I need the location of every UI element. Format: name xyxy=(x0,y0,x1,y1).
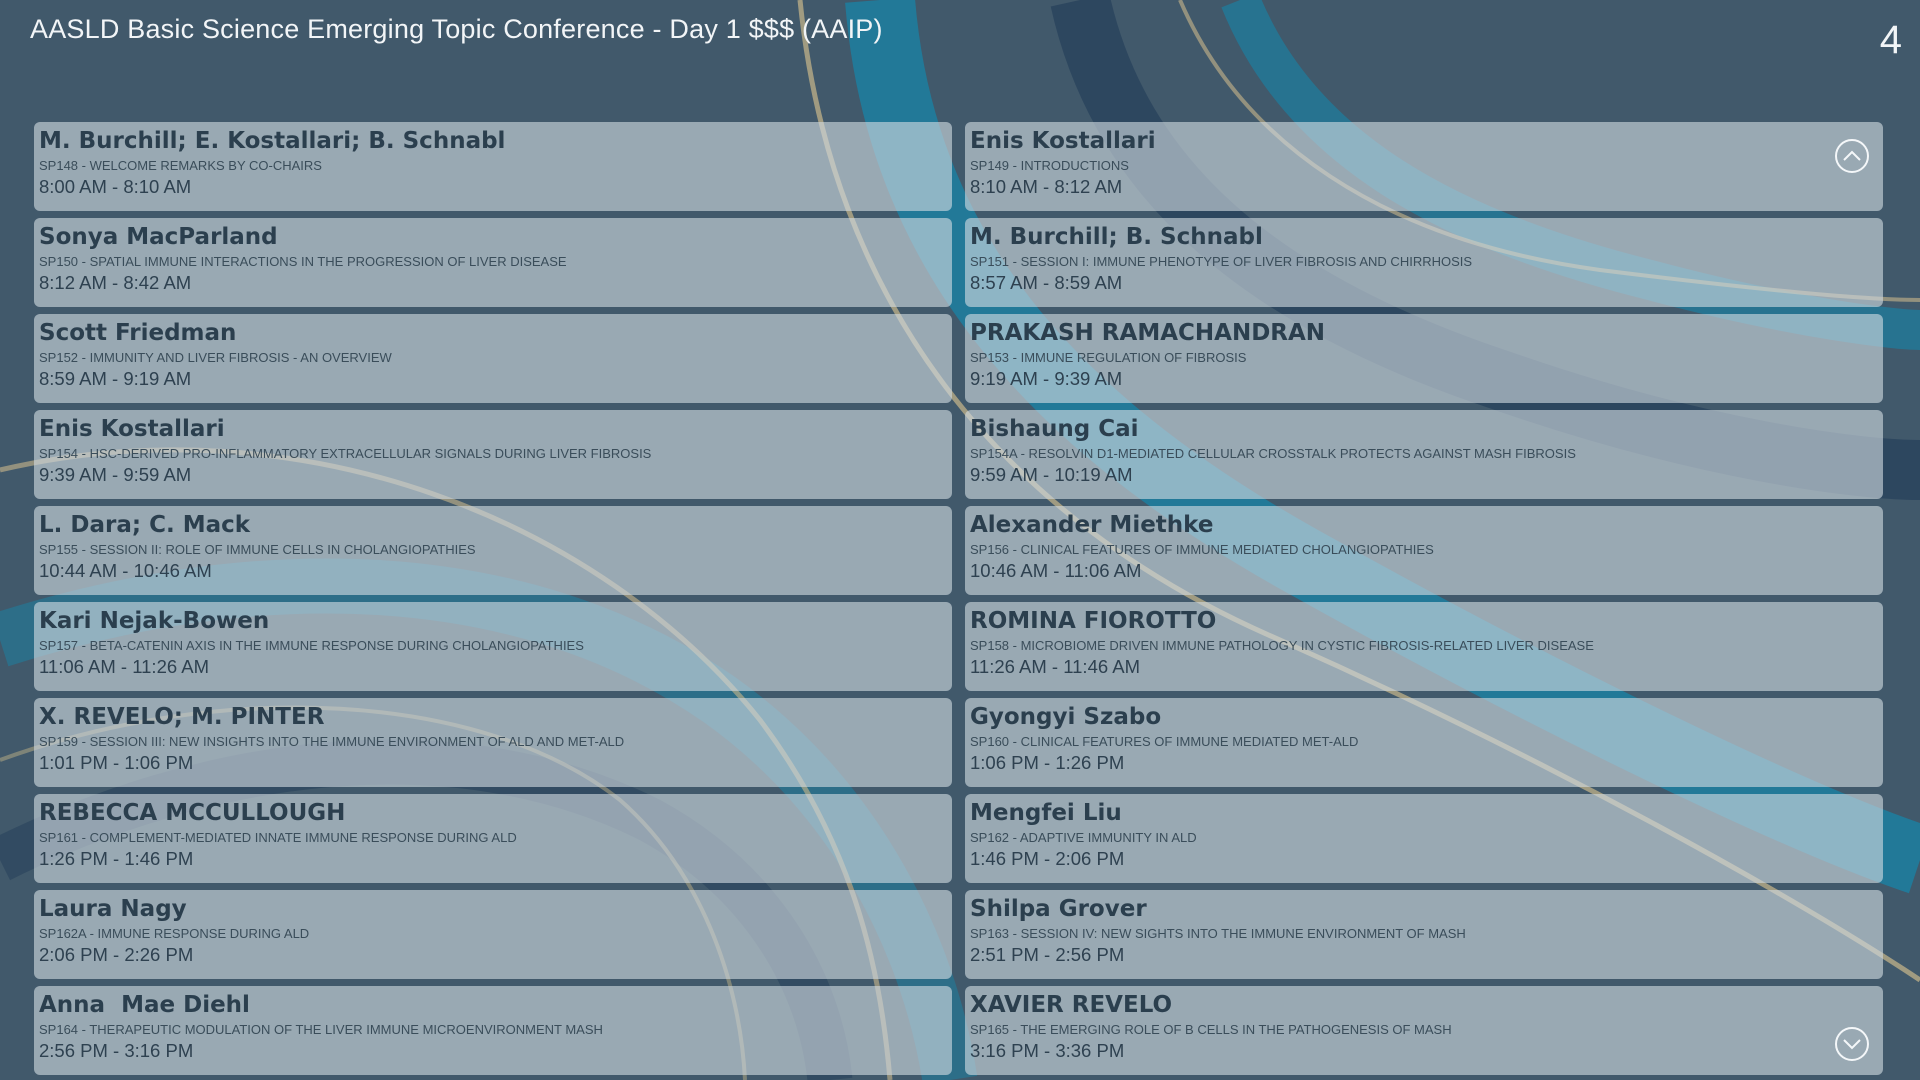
session-speaker: ROMINA FIOROTTO xyxy=(970,608,1217,634)
chevron-down-circle-icon xyxy=(1843,1039,1861,1050)
session-card[interactable]: Bishaung Cai Sp154a - RESOLVIN D1-MEDIATE… xyxy=(965,410,1883,499)
session-card[interactable]: Shilpa Grover Sp163 - SESSION IV: NEW SIG… xyxy=(965,890,1883,979)
session-speaker: PRAKASH RAMACHANDRAN xyxy=(970,320,1326,346)
session-speaker: Anna Mae Diehl xyxy=(39,992,250,1018)
session-speaker: Gyongyi Szabo xyxy=(970,704,1162,730)
session-speaker: Bishaung Cai xyxy=(970,416,1139,442)
session-topic: Sp149 - INTRODUCTIONS xyxy=(970,158,1129,173)
session-card[interactable]: Sonya MacParland Sp150 - SPATIAL IMMUNE I… xyxy=(34,218,952,307)
session-speaker: Enis Kostallari xyxy=(970,128,1156,154)
session-card[interactable]: Mengfei Liu Sp162 - ADAPTIVE IMMUNITY IN … xyxy=(965,794,1883,883)
session-time: 8:00 AM - 8:10 AM xyxy=(39,176,192,197)
session-time: 8:57 AM - 8:59 AM xyxy=(970,272,1123,293)
session-topic: Sp160 - CLINICAL FEATURES OF IMMUNE MEDI… xyxy=(970,734,1359,749)
session-time: 10:46 AM - 11:06 AM xyxy=(970,560,1142,581)
session-topic: Sp154a - RESOLVIN D1-MEDIATED CELLULAR C… xyxy=(970,446,1576,461)
scroll-up-button[interactable] xyxy=(1835,139,1869,173)
session-card[interactable]: Enis Kostallari Sp149 - INTRODUCTIONS 8:10… xyxy=(965,122,1883,211)
session-speaker: Shilpa Grover xyxy=(970,896,1147,922)
session-grid: M. Burchill; E. Kostallari; B. Schnabl Sp… xyxy=(34,122,1883,1075)
session-time: 10:44 AM - 10:46 AM xyxy=(39,560,212,581)
session-card[interactable]: ROMINA FIOROTTO Sp158 - MICROBIOME DRIVEN… xyxy=(965,602,1883,691)
session-topic: Sp158 - MICROBIOME DRIVEN IMMUNE PATHOLO… xyxy=(970,638,1594,653)
session-card[interactable]: L. Dara; C. Mack Sp155 - SESSION II: ROLE… xyxy=(34,506,952,595)
page-title: AASLD Basic Science Emerging Topic Confe… xyxy=(30,14,883,44)
session-card[interactable]: Kari Nejak-Bowen Sp157 - BETA-CATENIN AXI… xyxy=(34,602,952,691)
session-card[interactable]: XAVIER REVELO Sp165 - THE EMERGING ROLE O… xyxy=(965,986,1883,1075)
session-speaker: REBECCA MCCULLOUGH xyxy=(39,800,346,826)
session-card[interactable]: REBECCA MCCULLOUGH Sp161 - COMPLEMENT-MED… xyxy=(34,794,952,883)
session-time: 9:39 AM - 9:59 AM xyxy=(39,464,192,485)
session-speaker: M. Burchill; E. Kostallari; B. Schnabl xyxy=(39,128,506,154)
session-time: 1:26 PM - 1:46 PM xyxy=(39,848,194,869)
session-time: 1:46 PM - 2:06 PM xyxy=(970,848,1125,869)
session-topic: Sp159 - SESSION III: NEW INSIGHTS INTO T… xyxy=(39,734,625,749)
session-speaker: Scott Friedman xyxy=(39,320,237,346)
session-topic: Sp151 - SESSION I: IMMUNE PHENOTYPE OF L… xyxy=(970,254,1473,269)
session-time: 2:06 PM - 2:26 PM xyxy=(39,944,194,965)
page-number: 4 xyxy=(1879,18,1902,62)
session-topic: Sp162a - IMMUNE RESPONSE DURING ALD xyxy=(39,926,310,941)
session-topic: Sp155 - SESSION II: ROLE OF IMMUNE CELLS… xyxy=(39,542,476,557)
session-time: 8:12 AM - 8:42 AM xyxy=(39,272,192,293)
session-speaker: XAVIER REVELO xyxy=(970,992,1173,1018)
session-card[interactable]: Laura Nagy Sp162a - IMMUNE RESPONSE DURIN… xyxy=(34,890,952,979)
session-time: 11:26 AM - 11:46 AM xyxy=(970,656,1141,677)
session-topic: Sp152 - IMMUNITY AND LIVER FIBROSIS - AN… xyxy=(39,350,392,365)
session-speaker: Mengfei Liu xyxy=(970,800,1122,826)
scroll-down-button[interactable] xyxy=(1835,1027,1869,1061)
session-time: 9:59 AM - 10:19 AM xyxy=(970,464,1133,485)
session-time: 11:06 AM - 11:26 AM xyxy=(39,656,210,677)
session-topic: Sp165 - THE EMERGING ROLE OF B CELLS IN … xyxy=(970,1022,1452,1037)
session-time: 8:59 AM - 9:19 AM xyxy=(39,368,192,389)
session-topic: Sp164 - THERAPEUTIC MODULATION OF THE LI… xyxy=(39,1022,603,1037)
session-topic: Sp148 - WELCOME REMARKS BY CO-CHAIRS xyxy=(39,158,322,173)
session-speaker: X. REVELO; M. PINTER xyxy=(39,704,325,730)
session-card[interactable]: Anna Mae Diehl Sp164 - THERAPEUTIC MODULA… xyxy=(34,986,952,1075)
session-card[interactable]: X. REVELO; M. PINTER Sp159 - SESSION III:… xyxy=(34,698,952,787)
session-topic: Sp154 - HSC-DERIVED PRO-INFLAMMATORY EXT… xyxy=(39,446,652,461)
session-card[interactable]: Alexander Miethke Sp156 - CLINICAL FEATUR… xyxy=(965,506,1883,595)
chevron-up-circle-icon xyxy=(1843,150,1861,161)
session-time: 1:01 PM - 1:06 PM xyxy=(39,752,194,773)
session-speaker: Laura Nagy xyxy=(39,896,187,922)
session-topic: Sp157 - BETA-CATENIN AXIS IN THE IMMUNE … xyxy=(39,638,584,653)
session-speaker: Alexander Miethke xyxy=(970,512,1214,538)
session-topic: Sp150 - SPATIAL IMMUNE INTERACTIONS IN T… xyxy=(39,254,567,269)
session-time: 2:51 PM - 2:56 PM xyxy=(970,944,1125,965)
session-speaker: Enis Kostallari xyxy=(39,416,225,442)
session-card[interactable]: Gyongyi Szabo Sp160 - CLINICAL FEATURES O… xyxy=(965,698,1883,787)
session-speaker: Kari Nejak-Bowen xyxy=(39,608,270,634)
session-topic: Sp161 - COMPLEMENT-MEDIATED INNATE IMMUN… xyxy=(39,830,517,845)
session-time: 2:56 PM - 3:16 PM xyxy=(39,1040,194,1061)
session-time: 8:10 AM - 8:12 AM xyxy=(970,176,1123,197)
session-card[interactable]: Scott Friedman Sp152 - IMMUNITY AND LIVER… xyxy=(34,314,952,403)
session-topic: Sp156 - CLINICAL FEATURES OF IMMUNE MEDI… xyxy=(970,542,1434,557)
session-time: 1:06 PM - 1:26 PM xyxy=(970,752,1125,773)
session-speaker: M. Burchill; B. Schnabl xyxy=(970,224,1263,250)
session-topic: Sp163 - SESSION IV: NEW SIGHTS INTO THE … xyxy=(970,926,1466,941)
session-speaker: L. Dara; C. Mack xyxy=(39,512,251,538)
session-card[interactable]: M. Burchill; B. Schnabl Sp151 - SESSION I… xyxy=(965,218,1883,307)
session-speaker: Sonya MacParland xyxy=(39,224,278,250)
session-time: 9:19 AM - 9:39 AM xyxy=(970,368,1123,389)
session-time: 3:16 PM - 3:36 PM xyxy=(970,1040,1125,1061)
session-card[interactable]: M. Burchill; E. Kostallari; B. Schnabl Sp… xyxy=(34,122,952,211)
session-topic: Sp153 - IMMUNE REGULATION OF FIBROSIS xyxy=(970,350,1247,365)
session-card[interactable]: Enis Kostallari Sp154 - HSC-DERIVED PRO-I… xyxy=(34,410,952,499)
session-card[interactable]: PRAKASH RAMACHANDRAN Sp153 - IMMUNE REGUL… xyxy=(965,314,1883,403)
session-topic: Sp162 - ADAPTIVE IMMUNITY IN ALD xyxy=(970,830,1197,845)
